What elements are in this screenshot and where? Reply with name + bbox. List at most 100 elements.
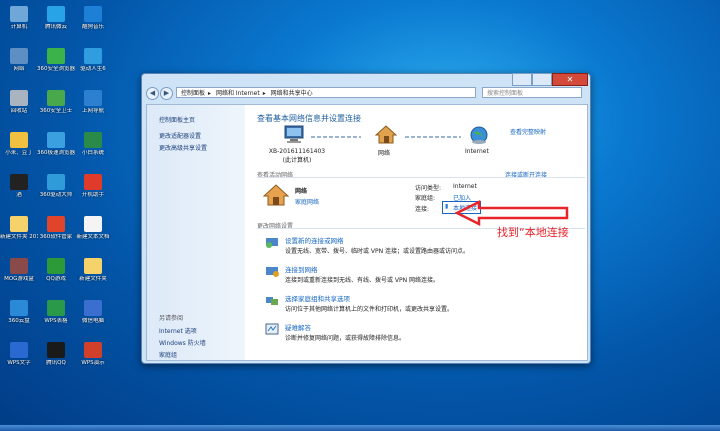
minimize-button[interactable]: [512, 73, 532, 86]
back-button[interactable]: ◀: [146, 87, 159, 100]
desktop-icon[interactable]: 计算机: [0, 6, 38, 31]
forward-button[interactable]: ▶: [160, 87, 173, 100]
app-icon: [84, 174, 102, 190]
desktop-icon[interactable]: 回收站: [0, 90, 38, 115]
address-bar[interactable]: 控制面板 ▸ 网络和 Internet ▸ 网络和共享中心: [176, 87, 476, 98]
app-icon: [47, 342, 65, 358]
desktop-icon-label: 360驱动大师: [39, 192, 73, 198]
app-icon: [84, 6, 102, 22]
desktop-icon[interactable]: 新建文件夹 2016.1...: [0, 216, 38, 241]
app-icon: [84, 48, 102, 64]
desktop-icon-label: 网络: [13, 66, 25, 72]
annotation-arrow: [455, 200, 569, 226]
app-icon: [47, 6, 65, 22]
internet-options-link[interactable]: Internet 选项: [159, 326, 197, 335]
desktop-icon[interactable]: 360云盘: [0, 300, 38, 325]
desktop-icon[interactable]: 微信电脑: [74, 300, 112, 325]
desktop-icon-label: 腾讯微云: [44, 24, 67, 30]
app-icon: [47, 132, 65, 148]
desktop-icon[interactable]: 开机助手: [74, 174, 112, 199]
app-icon: [84, 132, 102, 148]
desktop-icon-label: 360极速浏览器: [37, 150, 75, 156]
desktop-icon-label: 微信电脑: [81, 318, 104, 324]
taskbar[interactable]: [0, 425, 720, 431]
desktop-icon[interactable]: 360安全卫士: [37, 90, 75, 115]
desktop-icon[interactable]: 酷狗音乐: [74, 6, 112, 31]
desktop-icon-label: 360安全浏览器: [37, 66, 75, 72]
desktop-icon-label: 驱动人生6: [80, 66, 106, 72]
breadcrumb-sharing-center[interactable]: 网络和共享中心: [271, 90, 313, 97]
connect-network-icon: [266, 267, 279, 277]
connect-network-link[interactable]: 连接到网络: [285, 264, 318, 274]
app-icon: [47, 216, 65, 232]
homegroup-sharing-link[interactable]: 选择家庭组和共享选项: [285, 293, 350, 303]
desktop-icon[interactable]: 新建文本文档: [74, 216, 112, 241]
desktop-icon[interactable]: 腾讯QQ: [37, 342, 75, 367]
computer-name: XB-201611161403 (此计算机): [268, 148, 326, 164]
breadcrumb-control-panel[interactable]: 控制面板: [181, 90, 205, 97]
windows-firewall-link[interactable]: Windows 防火墙: [159, 338, 206, 347]
desktop-icon[interactable]: 上网导航: [74, 90, 112, 115]
app-icon: [84, 258, 102, 274]
homegroup-link[interactable]: 家庭组: [159, 350, 177, 359]
desktop-icon-label: 新建文件夹 2016.1...: [0, 234, 38, 240]
desktop-icon[interactable]: 小米、豆丁: [0, 132, 38, 157]
app-icon: [47, 300, 65, 316]
desktop-icon-label: WPS文字: [7, 360, 31, 366]
desktop-icon[interactable]: QQ游戏: [37, 258, 75, 283]
setup-connection-link[interactable]: 设置新的连接或网络: [285, 235, 344, 245]
change-adapter-settings-link[interactable]: 更改适配器设置: [159, 131, 201, 140]
troubleshoot-link[interactable]: 疑难解答: [285, 322, 311, 332]
breadcrumb-sep: ▸: [208, 90, 212, 97]
ethernet-icon: ▮: [445, 203, 449, 210]
desktop-icon-label: QQ游戏: [46, 276, 66, 282]
app-icon: [10, 174, 28, 190]
access-type-value: Internet: [453, 183, 477, 190]
desktop-icon[interactable]: 360软件管家: [37, 216, 75, 241]
homegroup-icon: [266, 297, 278, 305]
desktop-icon-label: 360软件管家: [39, 234, 73, 240]
desktop-icon-label: WPS演示: [81, 360, 105, 366]
desktop-icon-label: 360云盘: [8, 318, 30, 324]
app-icon: [10, 258, 28, 274]
breadcrumb-sep: ▸: [262, 90, 266, 97]
app-icon: [10, 6, 28, 22]
search-input[interactable]: 搜索控制面板: [482, 87, 582, 98]
desktop-icon-label: 腾讯QQ: [46, 360, 66, 366]
desktop-icon[interactable]: 腾讯微云: [37, 6, 75, 31]
desktop-icon-label: 新建文件夹: [79, 276, 107, 282]
close-button[interactable]: ✕: [552, 73, 588, 86]
maximize-button[interactable]: [532, 73, 552, 86]
desktop-icon[interactable]: 小白系统: [74, 132, 112, 157]
desktop-icon[interactable]: 网络: [0, 48, 38, 73]
desktop-icon[interactable]: 酒: [0, 174, 38, 199]
desktop-icon[interactable]: 新建文件夹: [74, 258, 112, 283]
desktop-icon[interactable]: 360驱动大师: [37, 174, 75, 199]
toolbar: ◀ ▶ 控制面板 ▸ 网络和 Internet ▸ 网络和共享中心 搜索控制面板: [146, 87, 586, 101]
desktop-icon[interactable]: MOG游戏盒: [0, 258, 38, 283]
desktop-icon-label: MOG游戏盒: [4, 276, 34, 282]
desktop-icon[interactable]: 360安全浏览器: [37, 48, 75, 73]
internet-node-label: Internet: [465, 148, 489, 155]
control-panel-home-link[interactable]: 控制面板主页: [159, 115, 195, 124]
desktop-icon-label: 360安全卫士: [39, 108, 73, 114]
app-icon: [47, 258, 65, 274]
app-icon: [84, 90, 102, 106]
app-icon: [47, 174, 65, 190]
desktop-icon[interactable]: WPS文字: [0, 342, 38, 367]
breadcrumb-network-internet[interactable]: 网络和 Internet: [216, 90, 260, 97]
desktop-icon[interactable]: WPS表格: [37, 300, 75, 325]
home-network-link[interactable]: 家庭网络: [295, 197, 319, 206]
desktop-icon-label: 回收站: [10, 108, 28, 114]
app-icon: [10, 132, 28, 148]
desktop-icon[interactable]: 驱动人生6: [74, 48, 112, 73]
change-advanced-sharing-link[interactable]: 更改高级共享设置: [159, 143, 207, 152]
see-full-map-link[interactable]: 查看完整映射: [510, 127, 546, 136]
connection-label: 连接:: [415, 206, 430, 213]
connect-network-desc: 连接到或重新连接到无线、有线、拨号或 VPN 网络连接。: [285, 277, 440, 284]
desktop-icon[interactable]: WPS演示: [74, 342, 112, 367]
desktop-icon[interactable]: 360极速浏览器: [37, 132, 75, 157]
troubleshoot-desc: 诊断并修复网络问题，或获得故障排除信息。: [285, 335, 406, 342]
divider: [257, 177, 585, 178]
map-link: [311, 136, 361, 138]
